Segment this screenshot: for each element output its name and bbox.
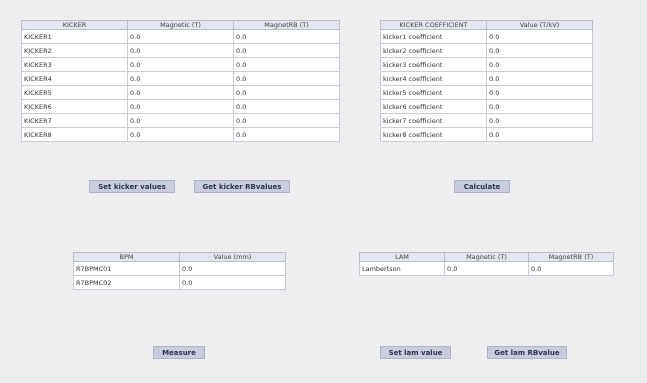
kicker-name-cell[interactable]: KICKER3 [21, 57, 128, 72]
magnetic-column-header[interactable]: Magnetic (T) [127, 20, 234, 30]
bpm-value-cell[interactable]: 0.0 [179, 275, 286, 290]
coefficient-value-cell[interactable]: 0.0 [486, 57, 593, 72]
get-kicker-rbvalues-button[interactable]: Get kicker RBvalues [194, 180, 290, 193]
table-row[interactable]: R7BPMC01 0.0 [73, 261, 286, 276]
magnetrb-cell[interactable]: 0.0 [233, 57, 340, 72]
lam-table: LAM Magnetic (T) MagnetRB (T) Lambertson… [359, 252, 614, 276]
lam-magnetrb-cell[interactable]: 0.0 [528, 261, 614, 276]
table-row[interactable]: R7BPMC02 0.0 [73, 275, 286, 290]
table-row[interactable]: KICKER7 0.0 0.0 [21, 113, 340, 128]
get-lam-rbvalue-button[interactable]: Get lam RBvalue [487, 346, 567, 359]
magnetic-cell[interactable]: 0.0 [127, 71, 234, 86]
table-row[interactable]: kicker5 coefficient 0.0 [380, 85, 593, 100]
kicker-name-cell[interactable]: KICKER2 [21, 43, 128, 58]
bpm-name-cell[interactable]: R7BPMC01 [73, 261, 180, 276]
magnetrb-cell[interactable]: 0.0 [233, 127, 340, 142]
lam-magnetrb-column-header[interactable]: MagnetRB (T) [528, 252, 614, 262]
magnetic-cell[interactable]: 0.0 [127, 99, 234, 114]
table-row[interactable]: Lambertson 0.0 0.0 [359, 261, 614, 276]
magnetrb-cell[interactable]: 0.0 [233, 85, 340, 100]
kicker-name-cell[interactable]: KICKER5 [21, 85, 128, 100]
coefficient-name-cell[interactable]: kicker2 coefficient [380, 43, 487, 58]
bpm-column-header[interactable]: BPM [73, 252, 180, 262]
kicker-name-cell[interactable]: KICKER4 [21, 71, 128, 86]
table-row[interactable]: kicker6 coefficient 0.0 [380, 99, 593, 114]
kicker-name-cell[interactable]: KICKER6 [21, 99, 128, 114]
table-row[interactable]: KICKER8 0.0 0.0 [21, 127, 340, 142]
kicker-name-cell[interactable]: KICKER8 [21, 127, 128, 142]
kicker-name-cell[interactable]: KICKER7 [21, 113, 128, 128]
coefficient-value-cell[interactable]: 0.0 [486, 99, 593, 114]
table-row[interactable]: KICKER1 0.0 0.0 [21, 29, 340, 44]
lam-magnetic-column-header[interactable]: Magnetic (T) [444, 252, 529, 262]
bpm-name-cell[interactable]: R7BPMC02 [73, 275, 180, 290]
bpm-value-column-header[interactable]: Value (mm) [179, 252, 286, 262]
kicker-table: KICKER Magnetic (T) MagnetRB (T) KICKER1… [21, 20, 340, 142]
set-kicker-values-button[interactable]: Set kicker values [89, 180, 175, 193]
coefficient-name-cell[interactable]: kicker3 coefficient [380, 57, 487, 72]
magnetic-cell[interactable]: 0.0 [127, 43, 234, 58]
magnetrb-cell[interactable]: 0.0 [233, 43, 340, 58]
coefficient-name-cell[interactable]: kicker5 coefficient [380, 85, 487, 100]
table-row[interactable]: KICKER6 0.0 0.0 [21, 99, 340, 114]
set-lam-value-button[interactable]: Set lam value [380, 346, 451, 359]
coefficient-column-header[interactable]: KICKER COEFFICIENT [380, 20, 487, 30]
coefficient-table: KICKER COEFFICIENT Value (T/kV) kicker1 … [380, 20, 593, 142]
magnetic-cell[interactable]: 0.0 [127, 113, 234, 128]
table-row[interactable]: kicker4 coefficient 0.0 [380, 71, 593, 86]
coefficient-value-cell[interactable]: 0.0 [486, 71, 593, 86]
lam-name-cell[interactable]: Lambertson [359, 261, 445, 276]
coefficient-name-cell[interactable]: kicker7 coefficient [380, 113, 487, 128]
table-row[interactable]: kicker2 coefficient 0.0 [380, 43, 593, 58]
coefficient-name-cell[interactable]: kicker8 coefficient [380, 127, 487, 142]
bpm-value-cell[interactable]: 0.0 [179, 261, 286, 276]
value-column-header[interactable]: Value (T/kV) [486, 20, 593, 30]
table-row[interactable]: KICKER5 0.0 0.0 [21, 85, 340, 100]
lam-column-header[interactable]: LAM [359, 252, 445, 262]
coefficient-value-cell[interactable]: 0.0 [486, 85, 593, 100]
lam-magnetic-cell[interactable]: 0.0 [444, 261, 529, 276]
bpm-table: BPM Value (mm) R7BPMC01 0.0 R7BPMC02 0.0 [73, 252, 286, 290]
table-row[interactable]: KICKER2 0.0 0.0 [21, 43, 340, 58]
table-row[interactable]: KICKER4 0.0 0.0 [21, 71, 340, 86]
table-row[interactable]: kicker8 coefficient 0.0 [380, 127, 593, 142]
magnetic-cell[interactable]: 0.0 [127, 127, 234, 142]
magnetrb-cell[interactable]: 0.0 [233, 29, 340, 44]
coefficient-value-cell[interactable]: 0.0 [486, 43, 593, 58]
magnetrb-cell[interactable]: 0.0 [233, 113, 340, 128]
magnetic-cell[interactable]: 0.0 [127, 85, 234, 100]
magnetrb-cell[interactable]: 0.0 [233, 99, 340, 114]
measure-button[interactable]: Measure [153, 346, 205, 359]
coefficient-value-cell[interactable]: 0.0 [486, 29, 593, 44]
table-row[interactable]: kicker7 coefficient 0.0 [380, 113, 593, 128]
table-row[interactable]: KICKER3 0.0 0.0 [21, 57, 340, 72]
coefficient-value-cell[interactable]: 0.0 [486, 113, 593, 128]
table-row[interactable]: kicker1 coefficient 0.0 [380, 29, 593, 44]
coefficient-name-cell[interactable]: kicker1 coefficient [380, 29, 487, 44]
table-row[interactable]: kicker3 coefficient 0.0 [380, 57, 593, 72]
kicker-column-header[interactable]: KICKER [21, 20, 128, 30]
magnetrb-cell[interactable]: 0.0 [233, 71, 340, 86]
coefficient-value-cell[interactable]: 0.0 [486, 127, 593, 142]
magnetrb-column-header[interactable]: MagnetRB (T) [233, 20, 340, 30]
calculate-button[interactable]: Calculate [454, 180, 510, 193]
coefficient-name-cell[interactable]: kicker4 coefficient [380, 71, 487, 86]
magnetic-cell[interactable]: 0.0 [127, 29, 234, 44]
magnetic-cell[interactable]: 0.0 [127, 57, 234, 72]
kicker-name-cell[interactable]: KICKER1 [21, 29, 128, 44]
coefficient-name-cell[interactable]: kicker6 coefficient [380, 99, 487, 114]
